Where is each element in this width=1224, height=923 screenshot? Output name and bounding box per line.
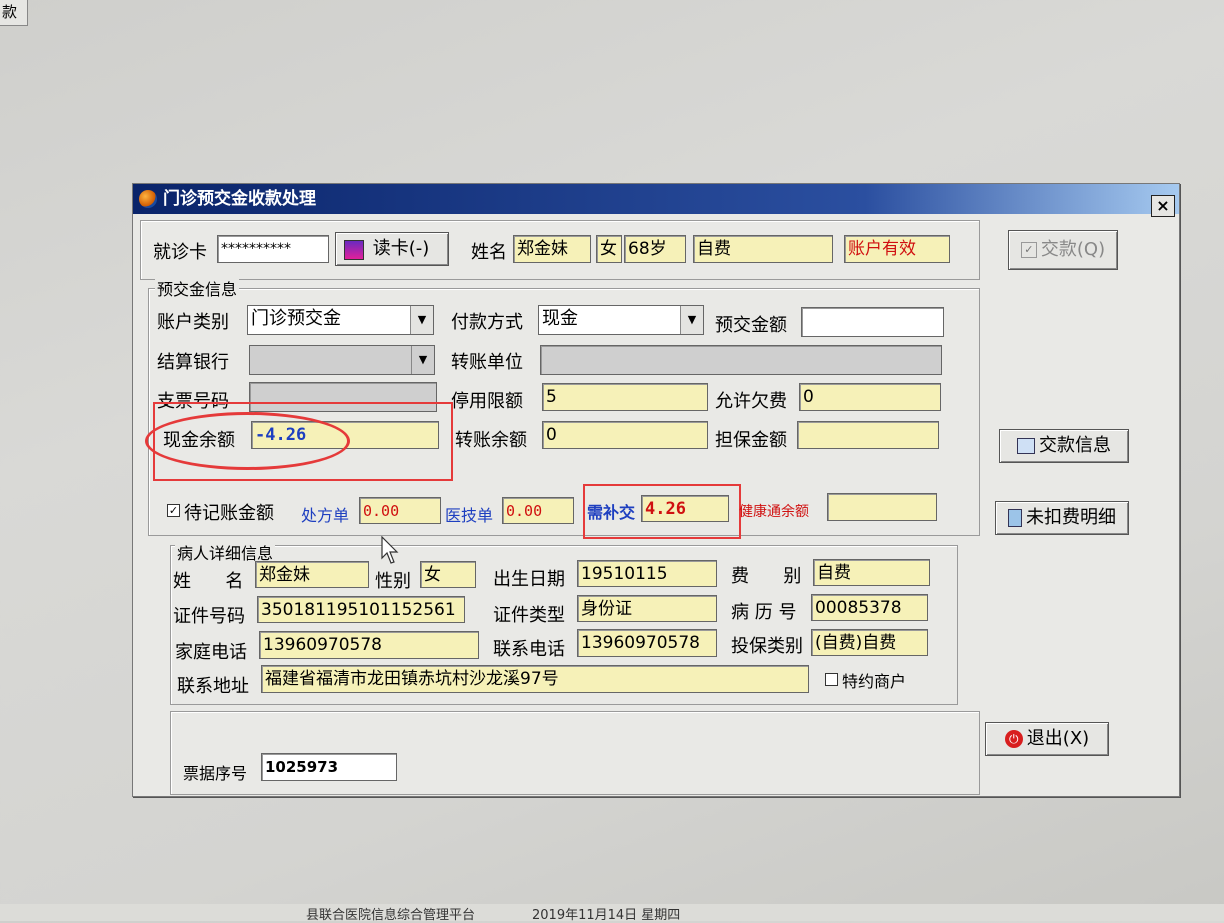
guarantee-label: 担保金额 bbox=[715, 430, 787, 451]
id-type-field: 身份证 bbox=[577, 595, 717, 622]
pending-label: 待记账金额 bbox=[184, 503, 274, 524]
patient-gender-field: 女 bbox=[420, 561, 476, 588]
transfer-unit-label: 转账单位 bbox=[451, 352, 523, 373]
medtech-field: 0.00 bbox=[502, 497, 574, 524]
platform-name: 县联合医院信息综合管理平台 bbox=[306, 908, 476, 923]
pay-method-select[interactable]: 现金 ▼ bbox=[538, 305, 704, 335]
pay-button-label: 交款(Q) bbox=[1040, 239, 1106, 260]
status-bar: 县联合医院信息综合管理平台 2019年11月14日 星期四 bbox=[0, 904, 1224, 923]
chevron-down-icon[interactable]: ▼ bbox=[680, 306, 703, 334]
transfer-balance-field: 0 bbox=[542, 421, 708, 449]
card-reader-icon bbox=[344, 240, 364, 260]
read-card-label: 读卡(-) bbox=[372, 238, 430, 259]
pay-button[interactable]: ✓ 交款(Q) bbox=[1008, 230, 1118, 270]
birth-date-label: 出生日期 bbox=[493, 569, 565, 590]
health-balance-label: 健康通余额 bbox=[739, 504, 809, 520]
account-type-select[interactable]: 门诊预交金 ▼ bbox=[247, 305, 434, 335]
address-field: 福建省福清市龙田镇赤坑村沙龙溪97号 bbox=[261, 665, 809, 693]
home-phone-label: 家庭电话 bbox=[175, 642, 247, 663]
special-merchant-label: 特约商户 bbox=[842, 672, 907, 691]
exit-button-label: 退出(X) bbox=[1026, 728, 1090, 749]
mouse-cursor-icon bbox=[381, 536, 399, 564]
background-tab[interactable]: 款 bbox=[0, 0, 28, 26]
prescription-field: 0.00 bbox=[359, 497, 441, 524]
insurance-type-field: (自费)自费 bbox=[811, 629, 928, 656]
name-label: 姓名 bbox=[471, 242, 507, 263]
deposit-group-title: 预交金信息 bbox=[155, 276, 240, 300]
pay-info-button[interactable]: 交款信息 bbox=[999, 429, 1129, 463]
pay-method-value: 现金 bbox=[542, 308, 578, 329]
medtech-label: 医技单 bbox=[445, 506, 494, 525]
patient-gender-label: 性别 bbox=[375, 571, 411, 592]
allow-debt-label: 允许欠费 bbox=[715, 391, 787, 412]
undeducted-detail-label: 未扣费明细 bbox=[1026, 507, 1116, 528]
receipt-number-field[interactable]: 1025973 bbox=[261, 753, 397, 781]
annotation-ellipse bbox=[145, 412, 350, 470]
header-age-field: 68岁 bbox=[624, 235, 686, 263]
allow-debt-field[interactable]: 0 bbox=[799, 383, 941, 411]
card-number-field[interactable]: ********** bbox=[217, 235, 329, 263]
account-status-field: 账户有效 bbox=[844, 235, 950, 263]
transfer-unit-field[interactable] bbox=[540, 345, 942, 375]
close-button[interactable]: × bbox=[1151, 195, 1175, 217]
header-gender-field: 女 bbox=[596, 235, 622, 263]
app-icon bbox=[139, 190, 157, 208]
deposit-amount-input[interactable] bbox=[801, 307, 944, 337]
receipt-number-label: 票据序号 bbox=[183, 764, 248, 783]
suspend-limit-field[interactable]: 5 bbox=[542, 383, 708, 411]
pending-checkbox[interactable]: ✓ bbox=[167, 504, 180, 517]
contact-phone-field: 13960970578 bbox=[577, 629, 717, 657]
guarantee-field bbox=[797, 421, 939, 449]
contact-phone-label: 联系电话 bbox=[493, 639, 565, 660]
fee-category-label: 费 别 bbox=[731, 566, 802, 587]
fee-category-field: 自费 bbox=[813, 559, 930, 586]
id-number-label: 证件号码 bbox=[173, 606, 245, 627]
record-number-label: 病 历 号 bbox=[731, 602, 797, 623]
special-merchant-checkbox[interactable] bbox=[825, 673, 838, 686]
birth-date-field: 19510115 bbox=[577, 560, 717, 587]
patient-name-label: 姓 名 bbox=[173, 571, 244, 592]
patient-name-field: 郑金妹 bbox=[255, 561, 369, 588]
card-row-panel: 就诊卡 ********** 读卡(-) 姓名 郑金妹 女 68岁 自费 账户有… bbox=[140, 220, 980, 280]
annotation-box-need-pay bbox=[583, 484, 741, 539]
home-phone-field: 13960970578 bbox=[259, 631, 479, 659]
bank-select[interactable]: ▼ bbox=[249, 345, 435, 375]
insurance-type-label: 投保类别 bbox=[731, 636, 803, 657]
deposit-dialog: 门诊预交金收款处理 × 就诊卡 ********** 读卡(-) 姓名 郑金妹 … bbox=[132, 183, 1180, 797]
header-fee-type-field: 自费 bbox=[693, 235, 833, 263]
transfer-balance-label: 转账余额 bbox=[455, 430, 527, 451]
health-balance-field bbox=[827, 493, 937, 521]
undeducted-detail-button[interactable]: 未扣费明细 bbox=[995, 501, 1129, 535]
id-type-label: 证件类型 bbox=[493, 605, 565, 626]
read-card-button[interactable]: 读卡(-) bbox=[335, 232, 449, 266]
chevron-down-icon[interactable]: ▼ bbox=[410, 306, 433, 334]
card-label: 就诊卡 bbox=[153, 242, 207, 263]
account-type-label: 账户类别 bbox=[157, 312, 229, 333]
chevron-down-icon[interactable]: ▼ bbox=[411, 346, 434, 374]
table-icon bbox=[1017, 438, 1035, 454]
address-label: 联系地址 bbox=[177, 676, 249, 697]
bank-label: 结算银行 bbox=[157, 352, 229, 373]
pay-method-label: 付款方式 bbox=[451, 312, 523, 333]
account-type-value: 门诊预交金 bbox=[251, 308, 341, 329]
header-name-field: 郑金妹 bbox=[513, 235, 591, 263]
id-number-field: 350181195101152561 bbox=[257, 596, 465, 623]
exit-button[interactable]: ⏻ 退出(X) bbox=[985, 722, 1109, 756]
prescription-label: 处方单 bbox=[301, 506, 350, 525]
deposit-amount-label: 预交金额 bbox=[715, 315, 787, 336]
pay-info-label: 交款信息 bbox=[1039, 435, 1111, 456]
title-bar[interactable]: 门诊预交金收款处理 × bbox=[133, 184, 1179, 217]
suspend-limit-label: 停用限额 bbox=[451, 391, 523, 412]
record-number-field: 00085378 bbox=[811, 594, 928, 621]
power-icon: ⏻ bbox=[1004, 730, 1023, 748]
checkmark-icon: ✓ bbox=[1020, 242, 1037, 258]
dialog-title: 门诊预交金收款处理 bbox=[163, 189, 316, 209]
document-icon bbox=[1008, 509, 1022, 527]
status-date: 2019年11月14日 星期四 bbox=[532, 908, 681, 923]
